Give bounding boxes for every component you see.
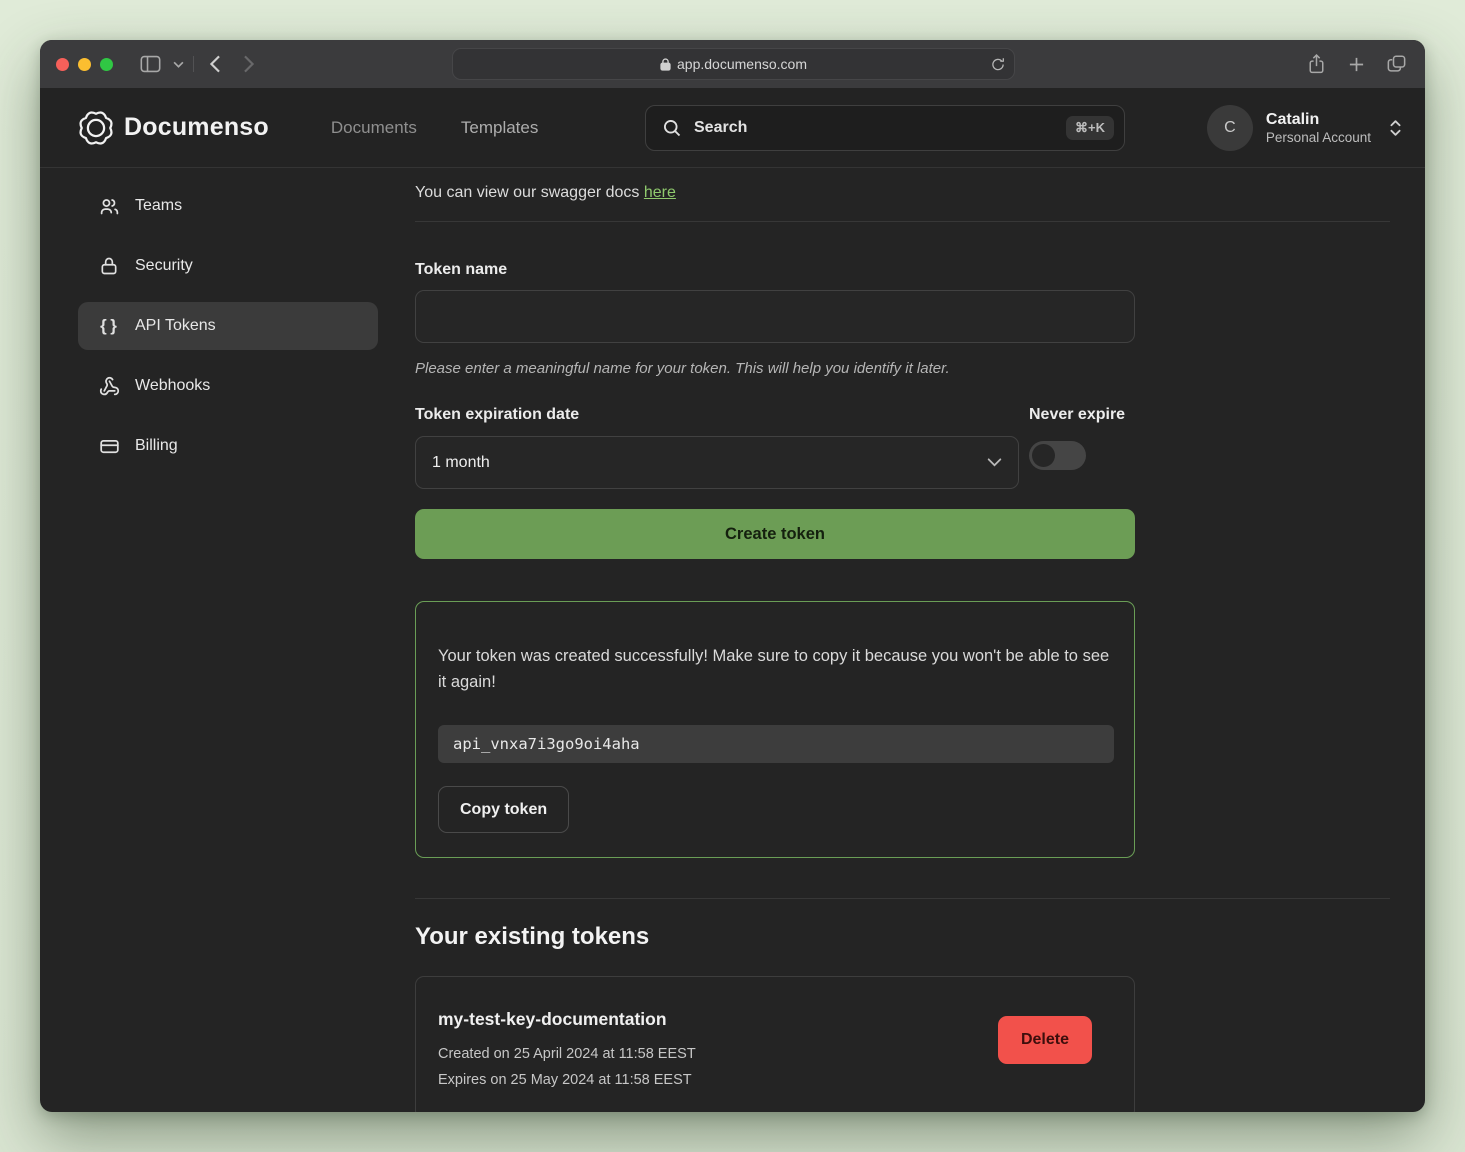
token-name-input[interactable] bbox=[415, 290, 1135, 343]
sidebar-toggle-icon[interactable] bbox=[135, 51, 165, 77]
token-name: my-test-key-documentation bbox=[438, 1009, 998, 1030]
never-expire-toggle[interactable] bbox=[1029, 441, 1086, 470]
browser-toolbar: app.documenso.com bbox=[40, 40, 1425, 88]
token-created-date: Created on 25 April 2024 at 11:58 EEST bbox=[438, 1046, 998, 1062]
credit-card-icon bbox=[98, 436, 120, 457]
close-window-button[interactable] bbox=[56, 58, 69, 71]
primary-nav: Documents Templates bbox=[331, 118, 538, 138]
swagger-docs-text: You can view our swagger docs here bbox=[415, 184, 1390, 202]
users-icon bbox=[98, 196, 120, 217]
sidebar-item-label: Webhooks bbox=[135, 377, 210, 395]
sidebar-item-api-tokens[interactable]: { } API Tokens bbox=[78, 302, 378, 350]
search-shortcut-badge: ⌘+K bbox=[1066, 116, 1114, 140]
swagger-docs-link[interactable]: here bbox=[644, 184, 676, 201]
sidebar-item-label: Teams bbox=[135, 197, 182, 215]
api-tokens-panel: You can view our swagger docs here Token… bbox=[415, 180, 1390, 1112]
never-expire-label: Never expire bbox=[1029, 406, 1135, 424]
create-token-button[interactable]: Create token bbox=[415, 509, 1135, 559]
chevron-down-icon bbox=[987, 458, 1002, 467]
search-placeholder: Search bbox=[694, 119, 1054, 137]
tab-overview-icon[interactable] bbox=[1381, 51, 1411, 77]
app-header: Documenso Documents Templates Search ⌘+K… bbox=[40, 88, 1425, 168]
sidebar-item-label: Security bbox=[135, 257, 193, 275]
traffic-lights bbox=[56, 58, 113, 71]
sidebar-item-billing[interactable]: Billing bbox=[78, 422, 378, 470]
search-input[interactable]: Search ⌘+K bbox=[645, 105, 1125, 151]
toolbar-divider bbox=[193, 56, 194, 72]
token-created-alert: Your token was created successfully! Mak… bbox=[415, 601, 1135, 858]
expiration-value: 1 month bbox=[432, 454, 490, 472]
minimize-window-button[interactable] bbox=[78, 58, 91, 71]
sidebar-item-security[interactable]: Security bbox=[78, 242, 378, 290]
sidebar-item-label: Billing bbox=[135, 437, 178, 455]
back-button[interactable] bbox=[200, 51, 230, 77]
page-content: Teams Security { } API Tokens Webhooks bbox=[40, 168, 1425, 1112]
braces-icon: { } bbox=[98, 316, 120, 336]
token-value-field[interactable]: api_vnxa7i3go9oi4aha bbox=[438, 725, 1114, 763]
search-icon bbox=[662, 118, 682, 138]
browser-window: app.documenso.com bbox=[40, 40, 1425, 1112]
expiration-select[interactable]: 1 month bbox=[415, 436, 1019, 489]
copy-token-button[interactable]: Copy token bbox=[438, 786, 569, 833]
token-created-message: Your token was created successfully! Mak… bbox=[438, 644, 1112, 695]
forward-button[interactable] bbox=[234, 51, 264, 77]
brand-name: Documenso bbox=[124, 113, 269, 142]
chevrons-up-down-icon bbox=[1388, 118, 1403, 138]
sidebar-item-teams[interactable]: Teams bbox=[78, 182, 378, 230]
settings-sidebar: Teams Security { } API Tokens Webhooks bbox=[78, 180, 378, 1112]
expiration-label: Token expiration date bbox=[415, 406, 1019, 424]
delete-token-button[interactable]: Delete bbox=[998, 1016, 1092, 1064]
new-tab-icon[interactable] bbox=[1341, 51, 1371, 77]
url-text: app.documenso.com bbox=[677, 56, 807, 72]
avatar: C bbox=[1207, 105, 1253, 151]
swagger-text: You can view our swagger docs bbox=[415, 184, 644, 201]
lock-icon bbox=[98, 256, 120, 276]
account-menu[interactable]: C Catalin Personal Account bbox=[1207, 105, 1403, 151]
brand[interactable]: Documenso bbox=[78, 110, 269, 146]
token-name-label: Token name bbox=[415, 261, 1135, 279]
account-name: Catalin bbox=[1266, 110, 1371, 130]
sidebar-item-webhooks[interactable]: Webhooks bbox=[78, 362, 378, 410]
address-bar[interactable]: app.documenso.com bbox=[452, 48, 1015, 80]
webhook-icon bbox=[98, 376, 120, 397]
divider bbox=[415, 898, 1390, 899]
account-type: Personal Account bbox=[1266, 130, 1371, 145]
documenso-logo-icon bbox=[78, 110, 114, 146]
zoom-window-button[interactable] bbox=[100, 58, 113, 71]
token-card: my-test-key-documentation Created on 25 … bbox=[415, 976, 1135, 1112]
nav-documents[interactable]: Documents bbox=[331, 118, 417, 138]
token-name-hint: Please enter a meaningful name for your … bbox=[415, 360, 1135, 377]
share-icon[interactable] bbox=[1301, 51, 1331, 77]
toggle-knob bbox=[1032, 444, 1055, 467]
divider bbox=[415, 221, 1390, 222]
reload-icon[interactable] bbox=[991, 57, 1005, 72]
nav-templates[interactable]: Templates bbox=[461, 118, 538, 138]
sidebar-item-label: API Tokens bbox=[135, 317, 216, 335]
existing-tokens-heading: Your existing tokens bbox=[415, 923, 1135, 951]
lock-icon bbox=[660, 58, 671, 71]
sidebar-menu-chevron-icon[interactable] bbox=[169, 51, 187, 77]
token-expires-date: Expires on 25 May 2024 at 11:58 EEST bbox=[438, 1072, 998, 1088]
